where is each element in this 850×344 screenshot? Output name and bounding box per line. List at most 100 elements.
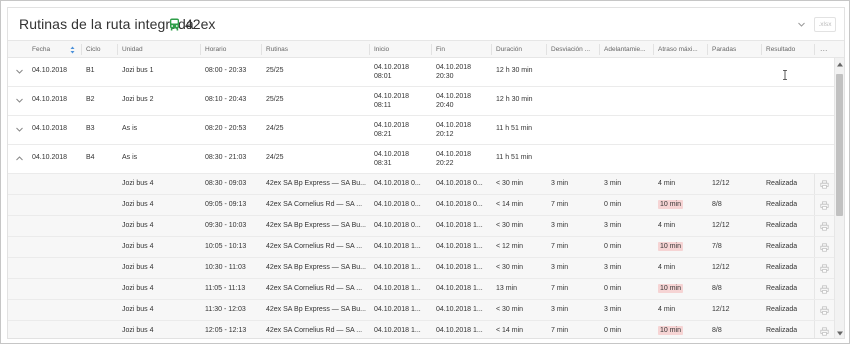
table-subrow[interactable]: Jozi bus 4 08:30 - 09:03 42ex SA Bp Expres… xyxy=(8,174,834,195)
column-header-ciclo[interactable]: Ciclo xyxy=(86,41,116,58)
table-subrow[interactable]: Jozi bus 4 09:05 - 09:13 42ex SA Cornelius… xyxy=(8,195,834,216)
cell-fin-date: 04.10.2018 xyxy=(436,122,472,129)
scroll-down-icon[interactable] xyxy=(836,330,844,337)
table-subrow[interactable]: Jozi bus 4 11:05 - 11:13 42ex SA Cornelius… xyxy=(8,279,834,300)
column-header-adelantamiento[interactable]: Adelantamie... xyxy=(604,41,652,58)
print-icon[interactable] xyxy=(820,243,829,252)
cell-unidad: Jozi bus 4 xyxy=(122,180,154,187)
table-subrow[interactable]: Jozi bus 4 12:05 - 12:13 42ex SA Cornelius… xyxy=(8,321,834,338)
cell-atraso: 10 min xyxy=(658,321,684,338)
cell-inicio: 04.10.2018 0... xyxy=(374,180,421,187)
column-header-rutinas[interactable]: Rutinas xyxy=(266,41,368,58)
cell-fin-date: 04.10.2018 xyxy=(436,93,472,100)
table-row[interactable]: 04.10.2018 B4 As is 08:30 - 21:03 24/25 11 h … xyxy=(8,145,834,174)
cell-unidad: Jozi bus 4 xyxy=(122,264,154,271)
table-subrow[interactable]: Jozi bus 4 10:30 - 11:03 42ex SA Bp Expres… xyxy=(8,258,834,279)
print-icon[interactable] xyxy=(820,306,829,315)
table-body: 04.10.2018 B1 Jozi bus 1 08:00 - 20:33 25/25… xyxy=(8,58,834,338)
cell-inicio-date: 04.10.2018 xyxy=(374,151,410,158)
chevron-down-icon[interactable] xyxy=(15,96,24,105)
cell-horario: 08:30 - 21:03 xyxy=(205,154,247,161)
delay-alert-badge: 10 min xyxy=(658,284,684,293)
cell-duracion: 13 min xyxy=(496,285,518,292)
table-row[interactable]: 04.10.2018 B1 Jozi bus 1 08:00 - 20:33 25/25… xyxy=(8,58,834,87)
cell-duracion: < 30 min xyxy=(496,306,524,313)
cell-fecha: 04.10.2018 xyxy=(32,154,68,161)
cell-rutina: 42ex SA Cornelius Rd — SA ... xyxy=(266,243,363,250)
table-row[interactable]: 04.10.2018 B3 As is 08:20 - 20:53 24/25 11 h … xyxy=(8,116,834,145)
table-subrow[interactable]: Jozi bus 4 09:30 - 10:03 42ex SA Bp Expres… xyxy=(8,216,834,237)
print-icon[interactable] xyxy=(820,327,829,336)
print-icon[interactable] xyxy=(820,285,829,294)
cell-rutina: 42ex SA Cornelius Rd — SA ... xyxy=(266,327,363,334)
column-header-duracion[interactable]: Duración xyxy=(496,41,545,58)
cell-duracion: < 12 min xyxy=(496,243,524,250)
cell-horario: 08:00 - 20:33 xyxy=(205,67,247,74)
column-header-resultado[interactable]: Resultado xyxy=(766,41,814,58)
cell-rutina: 42ex SA Bp Express — SA Bu... xyxy=(266,180,366,187)
table-subrow[interactable]: Jozi bus 4 10:05 - 10:13 42ex SA Cornelius… xyxy=(8,237,834,258)
cell-fin: 04.10.2018 0... xyxy=(436,201,483,208)
cell-resultado: Realizada xyxy=(766,285,798,292)
cell-inicio: 04.10.2018 1... xyxy=(374,327,421,334)
column-divider xyxy=(653,44,654,55)
cell-desviacion: 7 min xyxy=(551,327,569,334)
cell-fin: 04.10.2018 1... xyxy=(436,243,483,250)
column-header-unidad[interactable]: Unidad xyxy=(122,41,199,58)
cell-duracion: < 30 min xyxy=(496,180,524,187)
scroll-up-icon[interactable] xyxy=(836,61,844,68)
print-icon[interactable] xyxy=(820,264,829,273)
column-header-paradas[interactable]: Paradas xyxy=(712,41,760,58)
row-actions xyxy=(814,279,834,299)
cell-fin: 04.10.2018 1... xyxy=(436,264,483,271)
cell-inicio: 04.10.2018 1... xyxy=(374,243,421,250)
column-header-desviacion[interactable]: Desviación ... xyxy=(551,41,598,58)
cell-fin: 04.10.2018 1... xyxy=(436,222,483,229)
cell-rutinas: 25/25 xyxy=(266,67,284,74)
sort-icon[interactable] xyxy=(70,46,75,54)
vertical-scrollbar[interactable] xyxy=(834,58,844,338)
column-options-icon[interactable]: ... xyxy=(820,41,828,58)
delay-alert-badge: 10 min xyxy=(658,326,684,335)
cell-horario: 09:30 - 10:03 xyxy=(205,222,247,229)
cell-duracion: < 14 min xyxy=(496,327,524,334)
chevron-down-icon[interactable] xyxy=(15,67,24,76)
cell-desviacion: 7 min xyxy=(551,243,569,250)
cell-adelantamiento: 0 min xyxy=(604,327,622,334)
export-xlsx-button[interactable]: .xlsx xyxy=(814,17,836,32)
cell-atraso: 10 min xyxy=(658,237,684,257)
print-icon[interactable] xyxy=(820,180,829,189)
routines-panel: Rutinas de la ruta integrada 42ex .xlsx … xyxy=(7,7,845,339)
print-icon[interactable] xyxy=(820,201,829,210)
cell-horario: 11:05 - 11:13 xyxy=(205,285,246,292)
cell-duracion: 11 h 51 min xyxy=(496,154,533,161)
column-divider xyxy=(761,44,762,55)
column-header-atraso[interactable]: Atraso máxi... xyxy=(658,41,706,58)
print-icon[interactable] xyxy=(820,222,829,231)
cell-horario: 11:30 - 12:03 xyxy=(205,306,246,313)
cell-fin: 04.10.2018 1... xyxy=(436,327,483,334)
table-subrow[interactable]: Jozi bus 4 11:30 - 12:03 42ex SA Bp Expres… xyxy=(8,300,834,321)
cell-resultado: Realizada xyxy=(766,327,798,334)
cell-adelantamiento: 3 min xyxy=(604,264,622,271)
cell-atraso: 4 min xyxy=(658,264,676,271)
chevron-down-icon[interactable] xyxy=(797,20,806,29)
cell-resultado: Realizada xyxy=(766,243,798,250)
column-header-fin[interactable]: Fin xyxy=(436,41,490,58)
chevron-down-icon[interactable] xyxy=(15,125,24,134)
cell-rutina: 42ex SA Bp Express — SA Bu... xyxy=(266,222,366,229)
cell-inicio: 04.10.2018 1... xyxy=(374,285,421,292)
cell-duracion: < 30 min xyxy=(496,264,524,271)
table-row[interactable]: 04.10.2018 B2 Jozi bus 2 08:10 - 20:43 25/25… xyxy=(8,87,834,116)
cell-horario: 12:05 - 12:13 xyxy=(205,327,247,334)
cell-paradas: 8/8 xyxy=(712,327,722,334)
cell-fin-time: 20:30 xyxy=(436,73,454,80)
column-header-inicio[interactable]: Inicio xyxy=(374,41,430,58)
cell-rutina: 42ex SA Bp Express — SA Bu... xyxy=(266,306,366,313)
column-header-horario[interactable]: Horario xyxy=(205,41,260,58)
cell-ciclo: B4 xyxy=(86,154,95,161)
cell-paradas: 12/12 xyxy=(712,222,730,229)
scrollbar-thumb[interactable] xyxy=(836,74,843,216)
chevron-up-icon[interactable] xyxy=(15,154,24,163)
cell-fin-date: 04.10.2018 xyxy=(436,151,472,158)
